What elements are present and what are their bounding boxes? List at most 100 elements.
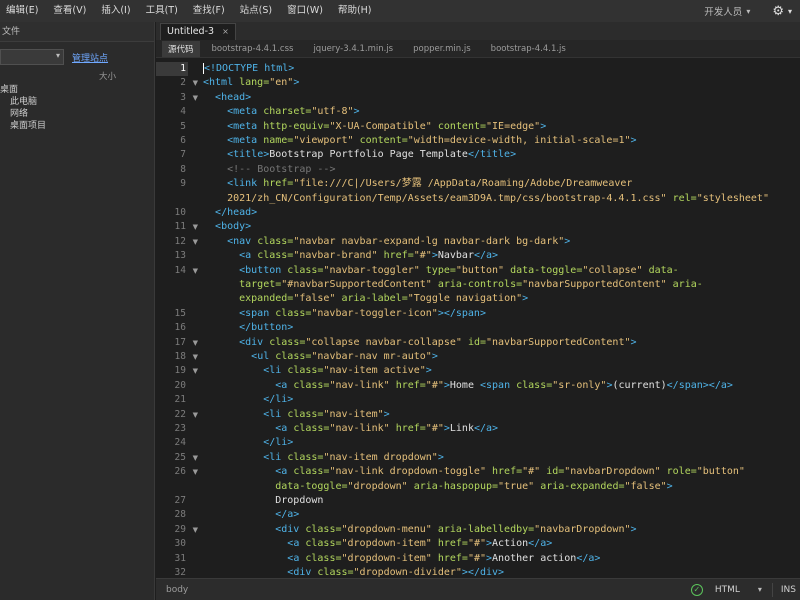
- line-number: 6: [180, 135, 186, 146]
- code-line[interactable]: <a class="dropdown-item" href="#">Action…: [203, 537, 552, 551]
- fold-toggle-icon[interactable]: ▼: [193, 364, 198, 378]
- fold-toggle-icon[interactable]: ▼: [193, 465, 198, 479]
- workspace-chevron-down-icon[interactable]: ▾: [746, 7, 750, 16]
- code-line[interactable]: <a class="nav-link" href="#">Link</a>: [203, 422, 498, 436]
- code-line[interactable]: <!DOCTYPE html>: [203, 62, 294, 76]
- code-line[interactable]: <li class="nav-item active">: [203, 364, 432, 378]
- code-token-str: "dropdown": [347, 480, 408, 492]
- related-file-source-code[interactable]: 源代码: [162, 40, 200, 57]
- code-token-str: "width=device-width, initial-scale=1": [407, 135, 631, 146]
- code-line[interactable]: <body>: [203, 220, 251, 234]
- code-line[interactable]: <a class="dropdown-item" href="#">Anothe…: [203, 552, 600, 566]
- code-token-str: "utf-8": [311, 106, 354, 118]
- files-panel: 文件 ▾ 管理站点 大小 桌面 此电脑 网络 桌面项目: [0, 22, 155, 600]
- code-token-attr: class=: [293, 466, 330, 478]
- line-number: 20: [174, 379, 186, 391]
- code-line[interactable]: </li>: [203, 436, 293, 450]
- code-line[interactable]: <!-- Bootstrap -->: [203, 163, 335, 177]
- code-token-str: "button": [696, 466, 745, 478]
- related-file-jquery[interactable]: jquery-3.4.1.min.js: [313, 44, 393, 54]
- code-line[interactable]: <ul class="navbar-nav mr-auto">: [203, 350, 438, 364]
- menu-help[interactable]: 帮助(H): [332, 0, 381, 22]
- fold-toggle-icon[interactable]: ▼: [193, 220, 198, 234]
- code-token-str: "nav-item": [323, 408, 384, 420]
- menu-edit[interactable]: 编辑(E): [0, 0, 47, 22]
- code-line[interactable]: <li class="nav-item dropdown">: [203, 451, 444, 465]
- code-line[interactable]: target="#navbarSupportedContent" aria-co…: [203, 278, 703, 292]
- menu-insert[interactable]: 插入(I): [95, 0, 139, 22]
- code-line[interactable]: </a>: [203, 508, 299, 522]
- code-line[interactable]: data-toggle="dropdown" aria-haspopup="tr…: [203, 480, 672, 494]
- fold-toggle-icon[interactable]: ▼: [193, 336, 198, 350]
- code-token-attr: class=: [269, 336, 306, 348]
- related-file-bootstrap-js[interactable]: bootstrap-4.4.1.js: [491, 44, 566, 54]
- fold-toggle-icon[interactable]: ▼: [193, 523, 198, 537]
- menu-find[interactable]: 查找(F): [187, 0, 234, 22]
- fold-toggle-icon[interactable]: ▼: [193, 235, 198, 249]
- code-line[interactable]: </li>: [203, 393, 293, 407]
- related-file-bootstrap-css[interactable]: bootstrap-4.4.1.css: [212, 44, 294, 54]
- code-line[interactable]: <link href="file:///C|/Users/梦露 /AppData…: [203, 177, 632, 191]
- gear-chevron-down-icon[interactable]: ▾: [788, 7, 792, 16]
- code-line[interactable]: <html lang="en">: [203, 76, 299, 90]
- code-token-tag: <meta: [227, 106, 264, 118]
- check-icon: ✓: [690, 583, 703, 596]
- manage-sites-link[interactable]: 管理站点: [72, 51, 108, 64]
- close-icon[interactable]: ×: [222, 27, 229, 36]
- code-line[interactable]: <title>Bootstrap Portfolio Page Template…: [203, 148, 516, 162]
- menu-tools[interactable]: 工具(T): [140, 0, 187, 22]
- code-line[interactable]: <li class="nav-item">: [203, 408, 389, 422]
- tree-item-this-pc[interactable]: 此电脑: [0, 96, 154, 108]
- related-file-popper[interactable]: popper.min.js: [413, 44, 471, 54]
- size-column-header[interactable]: 大小: [99, 70, 116, 82]
- tag-breadcrumb[interactable]: body: [166, 585, 188, 595]
- code-editor[interactable]: 1 2 ▼ 3 ▼ 4 5 6 7 8 9 10 11 ▼ 12 ▼ 13 14 ▼ 15 16 17 ▼ 18 ▼ 19 ▼ 20 2…: [156, 58, 800, 578]
- fold-toggle-icon[interactable]: ▼: [193, 408, 198, 422]
- code-token-com: <!-- Bootstrap -->: [227, 163, 336, 175]
- code-token-str: "dropdown-item": [341, 552, 432, 564]
- code-line[interactable]: <div class="collapse navbar-collapse" id…: [203, 336, 636, 350]
- code-token-tag: </li>: [263, 394, 294, 406]
- code-line[interactable]: expanded="false" aria-label="Toggle navi…: [203, 292, 528, 306]
- code-token-attr: class=: [257, 250, 294, 262]
- gear-icon[interactable]: ⚙: [772, 4, 784, 19]
- code-line[interactable]: <a class="nav-link" href="#">Home <span …: [203, 379, 733, 393]
- fold-toggle-icon[interactable]: ▼: [193, 350, 198, 364]
- tree-item-desktop-items[interactable]: 桌面项目: [0, 120, 154, 132]
- site-select[interactable]: ▾: [0, 49, 64, 65]
- code-line[interactable]: Dropdown: [203, 494, 323, 508]
- code-line[interactable]: <nav class="navbar navbar-expand-lg navb…: [203, 235, 570, 249]
- tree-item-network[interactable]: 网络: [0, 108, 154, 120]
- fold-toggle-icon[interactable]: ▼: [193, 91, 198, 105]
- tree-item-desktop[interactable]: 桌面: [0, 84, 154, 96]
- code-line[interactable]: <button class="navbar-toggler" type="but…: [203, 264, 679, 278]
- document-type-chevron-down-icon[interactable]: ▾: [758, 585, 762, 594]
- line-number: 9: [180, 178, 186, 190]
- code-token-attr: class=: [275, 307, 312, 319]
- workspace-switcher[interactable]: 开发人员: [700, 4, 746, 18]
- code-line[interactable]: 2021/zh_CN/Configuration/Temp/Assets/eam…: [203, 192, 769, 206]
- code-line[interactable]: <div class="dropdown-menu" aria-labelled…: [203, 523, 636, 537]
- menu-site[interactable]: 站点(S): [234, 0, 281, 22]
- code-line[interactable]: <a class="navbar-brand" href="#">Navbar<…: [203, 249, 498, 263]
- code-line[interactable]: <span class="navbar-toggler-icon"></span…: [203, 307, 486, 321]
- code-line[interactable]: <div class="dropdown-divider"></div>: [203, 566, 504, 578]
- code-line[interactable]: <meta name="viewport" content="width=dev…: [203, 134, 636, 148]
- code-token-tag: <a: [287, 552, 306, 564]
- menu-window[interactable]: 窗口(W): [281, 0, 332, 22]
- code-line[interactable]: <meta http-equiv="X-UA-Compatible" conte…: [203, 120, 546, 134]
- code-line[interactable]: <meta charset="utf-8">: [203, 105, 359, 119]
- document-tab[interactable]: Untitled-3 ×: [160, 23, 236, 40]
- fold-toggle-icon[interactable]: ▼: [193, 451, 198, 465]
- code-line[interactable]: </head>: [203, 206, 257, 220]
- code-line[interactable]: </button>: [203, 321, 293, 335]
- document-type-select[interactable]: HTML: [715, 585, 740, 595]
- code-line[interactable]: <a class="nav-link dropdown-toggle" href…: [203, 465, 745, 479]
- fold-toggle-icon[interactable]: ▼: [193, 76, 198, 90]
- code-token-tag: <title>: [227, 149, 270, 161]
- fold-toggle-icon[interactable]: ▼: [193, 264, 198, 278]
- code-line[interactable]: <head>: [203, 91, 251, 105]
- menu-view[interactable]: 查看(V): [47, 0, 95, 22]
